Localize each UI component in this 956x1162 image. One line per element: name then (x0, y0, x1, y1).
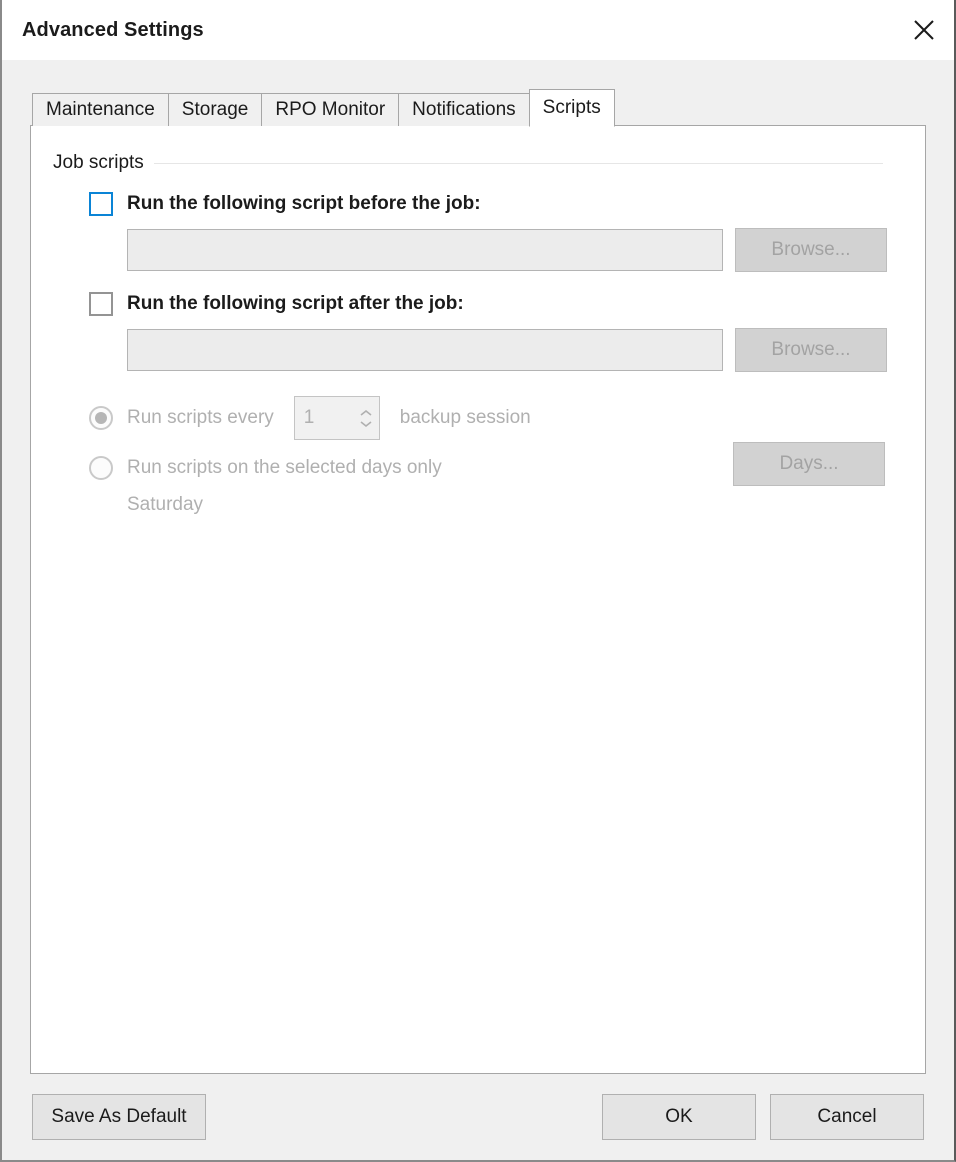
chevron-up-icon (360, 409, 372, 416)
job-scripts-group-title: Job scripts (53, 152, 144, 173)
pre-job-checkbox-label: Run the following script before the job: (127, 193, 481, 214)
tab-notifications-label: Notifications (412, 99, 516, 120)
pre-job-browse-button[interactable]: Browse... (735, 228, 887, 272)
title-bar: Advanced Settings (2, 0, 954, 60)
ok-button[interactable]: OK (602, 1094, 756, 1140)
tab-scripts[interactable]: Scripts (528, 89, 615, 127)
backup-session-count-value: 1 (303, 407, 315, 428)
tab-storage-label: Storage (181, 99, 249, 120)
pre-job-checkbox-row[interactable]: Run the following script before the job: (89, 190, 903, 218)
tab-rpo-monitor-label: RPO Monitor (275, 99, 386, 120)
cancel-button[interactable]: Cancel (770, 1094, 924, 1140)
dialog-footer: Save As Default OK Cancel (2, 1074, 954, 1160)
post-job-path-row: Browse... (89, 328, 903, 372)
dialog-title: Advanced Settings (22, 18, 204, 41)
run-selected-days-radio[interactable] (89, 456, 113, 480)
post-job-checkbox-label: Run the following script after the job: (127, 293, 464, 314)
pre-job-checkbox[interactable] (89, 192, 113, 216)
pre-job-script-input[interactable] (127, 229, 723, 271)
post-job-checkbox-row[interactable]: Run the following script after the job: (89, 290, 903, 318)
post-job-browse-button[interactable]: Browse... (735, 328, 887, 372)
save-as-default-button[interactable]: Save As Default (32, 1094, 206, 1140)
tab-scripts-label: Scripts (542, 97, 601, 118)
backup-session-count-stepper[interactable]: 1 (293, 396, 380, 440)
days-button[interactable]: Days... (733, 442, 885, 486)
post-job-script-input[interactable] (127, 329, 723, 371)
tab-strip: Maintenance Storage RPO Monitor Notifica… (32, 88, 926, 127)
chevron-down-icon (360, 420, 372, 427)
tab-maintenance-label: Maintenance (46, 99, 155, 120)
job-scripts-group-content: Run the following script before the job:… (53, 174, 903, 516)
run-selected-days-label: Run scripts on the selected days only (127, 457, 442, 478)
group-divider (153, 162, 883, 164)
tab-storage[interactable]: Storage (167, 93, 263, 126)
run-every-session-radio[interactable] (89, 406, 113, 430)
job-scripts-group-header: Job scripts (53, 152, 903, 174)
post-job-checkbox[interactable] (89, 292, 113, 316)
stepper-arrows (353, 397, 379, 439)
dialog-body: Maintenance Storage RPO Monitor Notifica… (2, 60, 954, 1074)
script-frequency-options: Run scripts every 1 backup session Run s… (89, 396, 903, 516)
tab-rpo-monitor[interactable]: RPO Monitor (261, 93, 400, 126)
run-every-session-label-after: backup session (399, 407, 531, 428)
scripts-tab-panel: Job scripts Run the following script bef… (30, 125, 926, 1074)
pre-job-path-row: Browse... (89, 228, 903, 272)
run-every-session-label-before: Run scripts every (127, 407, 274, 428)
job-scripts-group: Job scripts Run the following script bef… (53, 152, 903, 516)
close-icon[interactable] (894, 1, 954, 59)
selected-days-summary: Saturday (127, 494, 204, 515)
tab-notifications[interactable]: Notifications (398, 93, 530, 126)
advanced-settings-dialog: Advanced Settings Maintenance Storage RP… (0, 0, 956, 1162)
tab-maintenance[interactable]: Maintenance (32, 93, 169, 126)
run-every-session-row[interactable]: Run scripts every 1 backup session (89, 396, 903, 440)
